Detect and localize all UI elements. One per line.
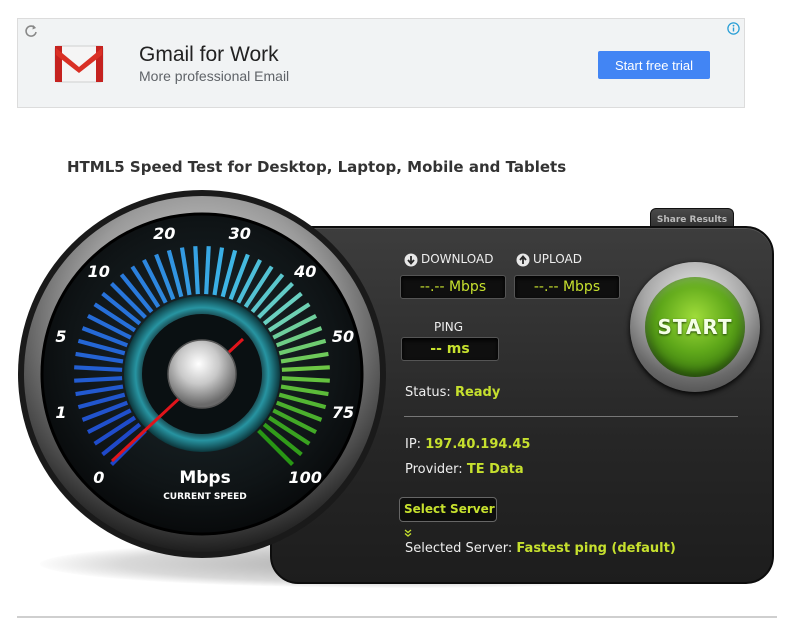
ping-label: PING [434,320,464,334]
gauge-tick-label: 10 [88,262,110,281]
status-label: Status: [405,385,451,400]
gauge-tick [74,365,123,372]
upload-label: UPLOAD [533,252,582,266]
gauge-tick-label: 30 [229,224,251,243]
provider-value: TE Data [466,462,524,477]
gauge-tick-label: 20 [153,224,175,243]
gauge-tick-label: 1 [55,403,66,422]
bottom-divider [17,616,777,618]
gauge-tick-label: 75 [332,403,354,422]
provider-row: Provider: TE Data [405,462,524,477]
double-chevron-down-icon [404,529,412,537]
ip-value: 197.40.194.45 [425,437,531,452]
page-title: HTML5 Speed Test for Desktop, Laptop, Mo… [67,158,567,176]
select-server-label: Select Server [404,502,495,516]
download-label: DOWNLOAD [421,252,494,266]
select-server-button[interactable]: Select Server [399,497,497,537]
gauge-tick-label: 100 [289,468,322,487]
ad-subtitle: More professional Email [139,68,290,84]
info-icon[interactable] [727,22,740,35]
start-button[interactable]: START [645,277,745,377]
upload-value: --.-- Mbps [514,275,620,299]
ad-title[interactable]: Gmail for Work [139,43,279,67]
ip-row: IP: 197.40.194.45 [405,437,530,452]
gauge-tick-label: 0 [93,468,104,487]
gauge-tick [281,365,330,372]
gauge-unit: Mbps [179,468,230,488]
refresh-icon[interactable] [24,24,38,38]
provider-label: Provider: [405,462,463,477]
gauge-caption: CURRENT SPEED [163,492,247,502]
ping-value: -- ms [401,337,499,361]
gauge-tick [193,246,200,295]
gmail-logo-icon [54,45,104,83]
selected-server-row: Selected Server: Fastest ping (default) [405,541,676,556]
download-value: --.-- Mbps [400,275,506,299]
start-free-trial-button[interactable]: Start free trial [598,51,710,79]
ip-label: IP: [405,437,422,452]
upload-arrow-icon [516,253,530,266]
gauge-tick-label: 40 [293,262,316,281]
status-value: Ready [454,385,501,400]
gauge-tick [281,376,330,383]
speedometer-gauge: 0 1 5 10 20 30 40 50 75 100 Mbps CURRENT SPEED [18,190,386,558]
gauge-tick [74,376,123,383]
download-arrow-icon [404,253,418,266]
gauge-tick-label: 50 [332,327,354,346]
gauge-hub [167,339,237,409]
status-row: Status: Ready [405,385,500,400]
ad-banner[interactable]: Gmail for Work More professional Email S… [17,18,745,108]
selected-server-value: Fastest ping (default) [516,541,676,556]
download-label-row: DOWNLOAD [404,252,493,267]
panel-divider [404,416,738,417]
selected-server-label: Selected Server: [405,541,513,556]
gauge-tick-label: 5 [55,327,66,346]
gauge-tick [204,246,211,295]
upload-label-row: UPLOAD [516,252,582,267]
